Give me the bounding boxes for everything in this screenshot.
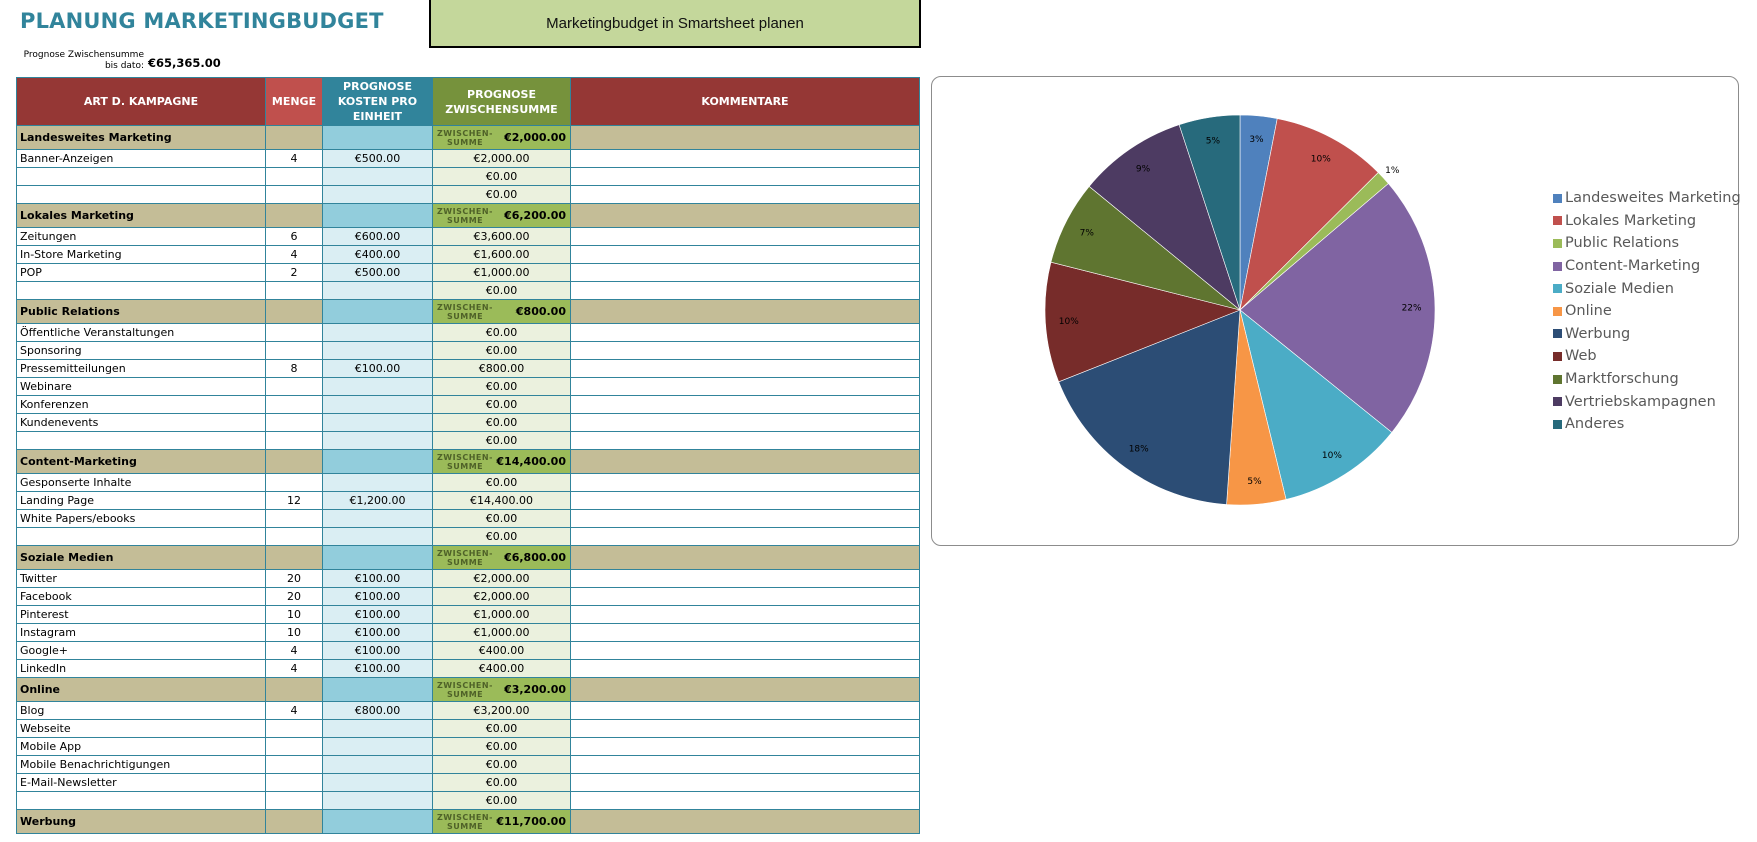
legend-label: Marktforschung	[1565, 371, 1679, 388]
pie-data-label: 5%	[1247, 477, 1262, 487]
legend-swatch-icon	[1553, 374, 1562, 384]
legend-label: Soziale Medien	[1565, 280, 1674, 297]
legend-item[interactable]: Soziale Medien	[1553, 277, 1741, 300]
legend-label: Content-Marketing	[1565, 258, 1701, 275]
legend-swatch-icon	[1553, 284, 1562, 294]
legend-label: Web	[1565, 348, 1597, 365]
legend-swatch-icon	[1553, 216, 1562, 226]
legend-item[interactable]: Werbung	[1553, 323, 1741, 346]
legend-label: Anderes	[1565, 416, 1625, 433]
legend-label: Landesweites Marketing	[1565, 190, 1741, 207]
pie-data-label: 10%	[1322, 451, 1342, 461]
legend-swatch-icon	[1553, 238, 1562, 248]
legend-item[interactable]: Public Relations	[1553, 232, 1741, 255]
legend-label: Online	[1565, 303, 1612, 320]
legend-item[interactable]: Vertriebskampagnen	[1553, 390, 1741, 413]
legend-swatch-icon	[1553, 419, 1562, 429]
chart-legend: Landesweites Marketing Lokales Marketing P…	[1553, 187, 1741, 436]
legend-swatch-icon	[1553, 193, 1562, 203]
legend-item[interactable]: Anderes	[1553, 413, 1741, 436]
pie-data-label: 5%	[1206, 137, 1221, 147]
pie-data-label: 1%	[1385, 166, 1400, 176]
pie-data-label: 9%	[1136, 164, 1151, 174]
pie-data-label: 10%	[1059, 317, 1079, 327]
legend-item[interactable]: Landesweites Marketing	[1553, 187, 1741, 210]
legend-item[interactable]: Marktforschung	[1553, 368, 1741, 391]
legend-item[interactable]: Lokales Marketing	[1553, 210, 1741, 233]
pie-data-label: 10%	[1311, 155, 1331, 165]
legend-item[interactable]: Online	[1553, 300, 1741, 323]
legend-swatch-icon	[1553, 261, 1562, 271]
legend-item[interactable]: Content-Marketing	[1553, 255, 1741, 278]
legend-swatch-icon	[1553, 329, 1562, 339]
legend-label: Vertriebskampagnen	[1565, 393, 1716, 410]
legend-label: Lokales Marketing	[1565, 212, 1697, 229]
pie-data-label: 18%	[1129, 445, 1149, 455]
legend-item[interactable]: Web	[1553, 345, 1741, 368]
pie-data-label: 7%	[1080, 229, 1095, 239]
pie-data-label: 22%	[1402, 304, 1422, 314]
legend-swatch-icon	[1553, 351, 1562, 361]
pie-data-label: 3%	[1249, 135, 1264, 145]
legend-swatch-icon	[1553, 306, 1562, 316]
pie-chart: 3% 10% 1% 22% 10% 5% 18% 10% 7% 9% 5%	[1044, 114, 1436, 506]
legend-label: Werbung	[1565, 325, 1631, 342]
legend-label: Public Relations	[1565, 235, 1680, 252]
legend-swatch-icon	[1553, 397, 1562, 407]
